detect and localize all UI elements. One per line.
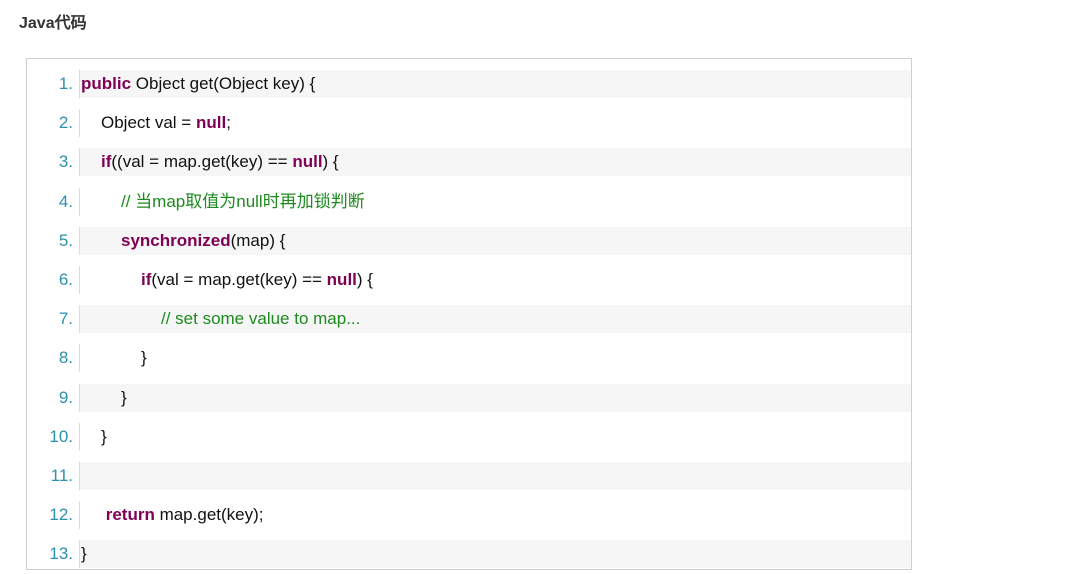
- code-keyword: public: [81, 74, 132, 93]
- gutter-divider: [79, 109, 80, 138]
- code-keyword: null: [292, 152, 323, 172]
- code-line-background: [80, 422, 911, 451]
- code-token: ((val = map.get(key) ==: [111, 152, 293, 172]
- line-number: 5.: [58, 230, 73, 250]
- code-text: }: [121, 378, 127, 417]
- line-number: 7.: [58, 309, 73, 329]
- code-token: ;: [226, 113, 231, 133]
- code-keyword: return: [101, 505, 155, 525]
- gutter-divider: [79, 462, 80, 490]
- code-text: public Object get(Object key) {: [81, 64, 315, 103]
- code-line: 10.}: [27, 417, 911, 456]
- code-keyword: synchronized: [121, 230, 231, 250]
- line-number: 3.: [58, 152, 73, 172]
- code-text: synchronized(map) {: [121, 221, 285, 260]
- code-line: 4. // 当map取值为null时再加锁判断: [27, 182, 911, 221]
- code-line: 8.}: [27, 338, 911, 377]
- code-line: 13.}: [27, 534, 911, 573]
- line-number: 2.: [58, 113, 73, 133]
- code-token: map.get(key);: [154, 505, 264, 525]
- code-text: }: [101, 417, 107, 456]
- code-line: 12. return map.get(key);: [27, 495, 911, 534]
- gutter-divider: [79, 187, 80, 216]
- gutter-divider: [79, 344, 80, 373]
- gutter-divider: [79, 226, 80, 255]
- gutter-divider: [79, 501, 80, 530]
- gutter-divider: [79, 70, 80, 98]
- code-token: Object val =: [101, 113, 196, 133]
- code-line-background: [80, 462, 911, 490]
- code-keyword: null: [326, 270, 357, 289]
- code-token: (map) {: [230, 230, 286, 250]
- code-text: }: [81, 534, 87, 573]
- code-token: Object get(Object key) {: [131, 74, 316, 93]
- code-block-title: Java代码: [19, 15, 87, 32]
- code-token: ) {: [356, 270, 373, 289]
- code-text: // set some value to map...: [161, 299, 360, 338]
- line-number: 11.: [50, 466, 73, 485]
- line-number: 6.: [58, 270, 73, 289]
- code-block: 1. public Object get(Object key) { 2. Objec…: [26, 58, 912, 570]
- code-comment: // set some value to map...: [161, 309, 361, 329]
- line-number: 10.: [49, 426, 73, 446]
- code-text: }: [141, 338, 147, 377]
- code-comment: // 当map取值为null时再加锁判断: [121, 191, 365, 211]
- code-text: // 当map取值为null时再加锁判断: [121, 182, 365, 221]
- code-token: }: [121, 387, 127, 407]
- gutter-divider: [79, 148, 80, 177]
- code-line-background: [80, 383, 911, 412]
- code-line: 2. Object val = null;: [27, 103, 911, 142]
- line-number: 9.: [58, 387, 73, 407]
- gutter-divider: [79, 540, 80, 569]
- line-number: 8.: [58, 348, 73, 368]
- code-token: (val = map.get(key) ==: [151, 270, 327, 289]
- code-line: 7. // set some value to map...: [27, 299, 911, 338]
- code-line: 11.: [27, 456, 911, 495]
- code-text: if((val = map.get(key) == null) {: [101, 142, 339, 181]
- gutter-divider: [79, 383, 80, 412]
- code-line: 3. if((val = map.get(key) == null) {: [27, 142, 911, 181]
- code-line-background: [80, 540, 911, 569]
- gutter-divider: [79, 305, 80, 334]
- line-number: 1.: [58, 74, 73, 93]
- code-line: 5. synchronized(map) {: [27, 221, 911, 260]
- code-text: if(val = map.get(key) == null) {: [141, 260, 373, 299]
- code-token: }: [81, 544, 87, 564]
- line-number: 13.: [49, 544, 73, 564]
- gutter-divider: [79, 422, 80, 451]
- code-keyword: null: [195, 113, 227, 133]
- code-text: Object val = null;: [101, 103, 231, 142]
- code-line-background: [80, 344, 911, 373]
- code-text: return map.get(key);: [101, 495, 264, 534]
- line-number: 4.: [58, 191, 73, 211]
- code-keyword: if: [101, 152, 112, 172]
- code-line: 9.}: [27, 378, 911, 417]
- gutter-divider: [79, 266, 80, 294]
- code-token: ) {: [322, 152, 339, 172]
- code-line: 6. if(val = map.get(key) == null) {: [27, 260, 911, 299]
- code-line: 1. public Object get(Object key) {: [27, 64, 911, 103]
- code-token: }: [101, 426, 107, 446]
- code-token: }: [141, 348, 147, 368]
- line-number: 12.: [49, 505, 73, 525]
- code-keyword: if: [141, 270, 152, 289]
